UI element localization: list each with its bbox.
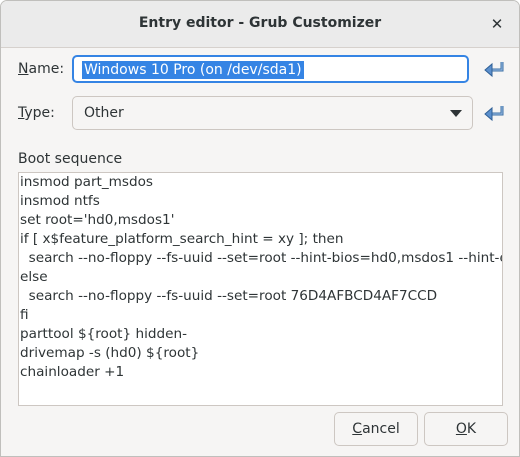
name-revert-button[interactable] [482,58,506,80]
code-line: insmod part_msdos [20,174,154,190]
type-dropdown-value: Other [84,105,124,121]
code-line: else [20,269,48,285]
type-label: Type: [18,105,55,121]
name-field[interactable]: Windows 10 Pro (on /dev/sda1) [72,55,469,83]
ok-button-label: OK [455,421,477,437]
ok-button[interactable]: OK [424,412,508,446]
chevron-down-icon [450,110,462,117]
type-revert-button[interactable] [482,102,506,124]
revert-arrow-icon [484,62,504,78]
title-bar: Entry editor - Grub Customizer ✕ [1,1,519,48]
revert-arrow-icon [484,106,504,122]
name-field-value: Windows 10 Pro (on /dev/sda1) [82,61,304,79]
code-line: if [ x$feature_platform_search_hint = xy… [20,231,344,247]
boot-sequence-editor[interactable]: insmod part_msdos insmod ntfs set root='… [18,172,503,406]
window-title: Entry editor - Grub Customizer [138,15,382,31]
code-line: chainloader +1 [20,364,125,380]
boot-sequence-label: Boot sequence [18,151,123,167]
code-line: parttool ${root} hidden- [20,326,187,342]
close-button[interactable]: ✕ [487,14,507,34]
code-line: search --no-floppy --fs-uuid --set=root … [20,288,438,304]
code-line: insmod ntfs [20,193,100,209]
code-line: search --no-floppy --fs-uuid --set=root … [28,250,502,266]
cancel-button-label: Cancel [352,421,400,437]
close-icon: ✕ [490,15,504,33]
code-line: set root='hd0,msdos1' [20,212,175,228]
cancel-button[interactable]: Cancel [334,412,418,446]
type-dropdown[interactable]: Other [72,96,473,130]
code-line: fi [20,307,29,323]
name-label: Name: [18,61,65,77]
code-line: drivemap -s (hd0) ${root} [20,345,200,361]
entry-editor-dialog: Entry editor - Grub Customizer ✕ Name: W… [0,0,520,457]
